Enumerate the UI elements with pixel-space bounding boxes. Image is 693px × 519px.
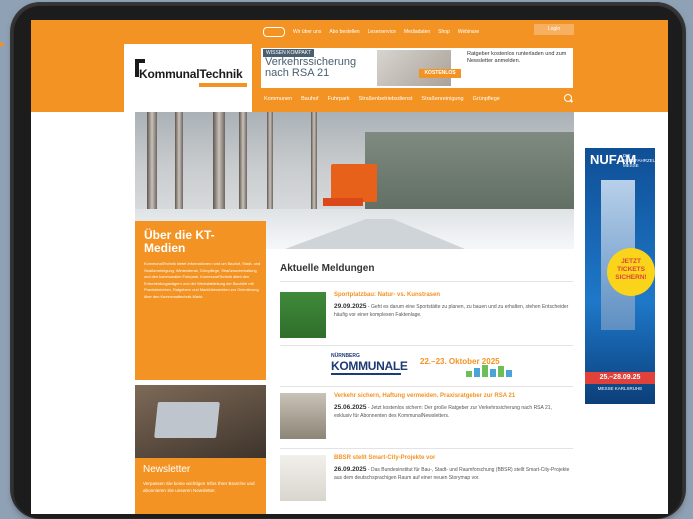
hero-tree: [267, 112, 273, 222]
news-body: 26.09.2025 - Das Bundesinstitut für Bau-…: [334, 466, 570, 482]
section-nav-item[interactable]: Straßenreinigung: [421, 96, 463, 102]
browser-viewport: KommunalTechnik Wir über uns Abo bestell…: [31, 20, 668, 514]
hero-tree: [311, 112, 317, 222]
about-text: KommunalTechnik bietet Informationen run…: [144, 261, 261, 299]
logo-underline: [199, 83, 247, 87]
hero-tree: [175, 112, 183, 222]
about-box[interactable]: Über die KT-Medien KommunalTechnik biete…: [135, 221, 266, 380]
nk-bar: [482, 365, 488, 377]
news-title[interactable]: Sportplatzbau: Natur- vs. Kunstrasen: [334, 292, 570, 298]
laptop-icon: [154, 402, 220, 438]
divider: [280, 345, 573, 346]
divider: [280, 281, 573, 282]
chevron-right-icon: ▸: [0, 39, 6, 50]
nk-bar: [474, 368, 480, 377]
banner-title: Verkehrssicherung nach RSA 21: [265, 56, 357, 79]
newsletter-box[interactable]: Newsletter Verpassen Sie keine wichtigen…: [135, 458, 266, 514]
nk-bar: [506, 370, 512, 377]
site-logo[interactable]: KommunalTechnik: [124, 44, 252, 112]
news-date: 26.09.2025: [334, 466, 367, 473]
hero-tree: [239, 112, 247, 222]
logo-text: KommunalTechnik: [139, 67, 243, 81]
news-date: 29.09.2025: [334, 303, 367, 310]
divider: [280, 448, 573, 449]
top-nav-item[interactable]: Leserservice: [368, 29, 396, 35]
news-excerpt: - Jetzt kostenlos sichern: Der große Rat…: [334, 405, 552, 419]
news-excerpt: - Das Bundesinstitut für Bau-, Stadt- un…: [334, 467, 570, 481]
nk-skyline-graphic: [466, 365, 522, 377]
section-nav-item[interactable]: Fuhrpark: [328, 96, 350, 102]
section-nav-item[interactable]: Bauhof: [301, 96, 318, 102]
nk-title: KOMMUNALE: [331, 359, 408, 373]
nk-bar: [490, 369, 496, 377]
ad-banner-kommunale[interactable]: NÜRNBERG KOMMUNALE 22.–23. Oktober 2025: [329, 351, 523, 379]
section-nav-item[interactable]: Grünpflege: [473, 96, 500, 102]
news-item[interactable]: Verkehr sichern, Haftung vermeiden. Prax…: [280, 393, 573, 439]
top-nav: Wir über uns Abo bestellen Leserservice …: [263, 27, 479, 37]
news-item[interactable]: BBSR stellt Smart-City-Projekte vor 26.0…: [280, 455, 573, 501]
banner-badge[interactable]: KOSTENLOS: [419, 69, 461, 78]
snow-plow-truck: [331, 164, 377, 202]
news-body: 29.09.2025 - Geht es darum eine Sportstä…: [334, 303, 570, 319]
ad-skyscraper-nufam[interactable]: NUFAM DIE NUTZFAHRZEUG MESSE JETZT TICKE…: [585, 148, 655, 404]
nk-bar: [466, 371, 472, 377]
news-item[interactable]: Sportplatzbau: Natur- vs. Kunstrasen 29.…: [280, 292, 573, 338]
news-heading: Aktuelle Meldungen: [280, 263, 375, 274]
nufam-subtitle: DIE NUTZFAHRZEUG MESSE: [623, 153, 655, 168]
soccer-ball-thumbnail: [280, 292, 326, 338]
search-icon[interactable]: [564, 94, 572, 102]
tickets-badge[interactable]: JETZT TICKETS SICHERN!: [607, 248, 655, 296]
news-title[interactable]: Verkehr sichern, Haftung vermeiden. Prax…: [334, 393, 570, 399]
top-nav-item[interactable]: Wir über uns: [293, 29, 321, 35]
nk-bar: [498, 366, 504, 377]
smart-city-thumbnail: [280, 455, 326, 501]
login-button[interactable]: Login: [534, 24, 574, 35]
section-nav: Kommunen Bauhof Fuhrpark Straßenbetriebs…: [264, 96, 500, 102]
banner-image: [377, 50, 451, 86]
hero-tree: [147, 112, 157, 222]
nufam-date: 25.–28.09.25: [585, 372, 655, 384]
news-body: 25.06.2025 - Jetzt kostenlos sichern: De…: [334, 404, 570, 420]
newsletter-title: Newsletter: [143, 464, 191, 475]
news-title[interactable]: BBSR stellt Smart-City-Projekte vor: [334, 455, 570, 461]
news-date: 25.06.2025: [334, 404, 367, 411]
section-nav-item[interactable]: Kommunen: [264, 96, 292, 102]
snow-plow-blade: [323, 198, 363, 206]
divider: [280, 386, 573, 387]
top-nav-item[interactable]: Shop: [438, 29, 450, 35]
section-nav-item[interactable]: Straßenbetriebsdienst: [359, 96, 413, 102]
top-nav-item[interactable]: Mediadaten: [404, 29, 430, 35]
news-excerpt: - Geht es darum eine Sportstätte zu plan…: [334, 304, 569, 318]
tickets-badge-text: JETZT TICKETS SICHERN!: [615, 258, 647, 281]
newsletter-text: Verpassen Sie keine wichtigen Infos Ihre…: [143, 481, 255, 493]
road-work-thumbnail: [280, 393, 326, 439]
publisher-logo-icon[interactable]: [263, 27, 285, 37]
top-nav-item[interactable]: Webinare: [458, 29, 479, 35]
hero-tree: [213, 112, 225, 222]
banner-copy: Ratgeber kostenlos runterladen und zum N…: [467, 51, 567, 64]
nufam-venue: MESSE KARLSRUHE: [597, 386, 643, 391]
nk-underline: [331, 373, 401, 375]
ad-banner-rsa21[interactable]: WISSEN KOMPAKT Verkehrssicherung nach RS…: [261, 48, 573, 88]
top-nav-item[interactable]: Abo bestellen: [329, 29, 359, 35]
about-title: Über die KT-Medien: [144, 228, 215, 255]
